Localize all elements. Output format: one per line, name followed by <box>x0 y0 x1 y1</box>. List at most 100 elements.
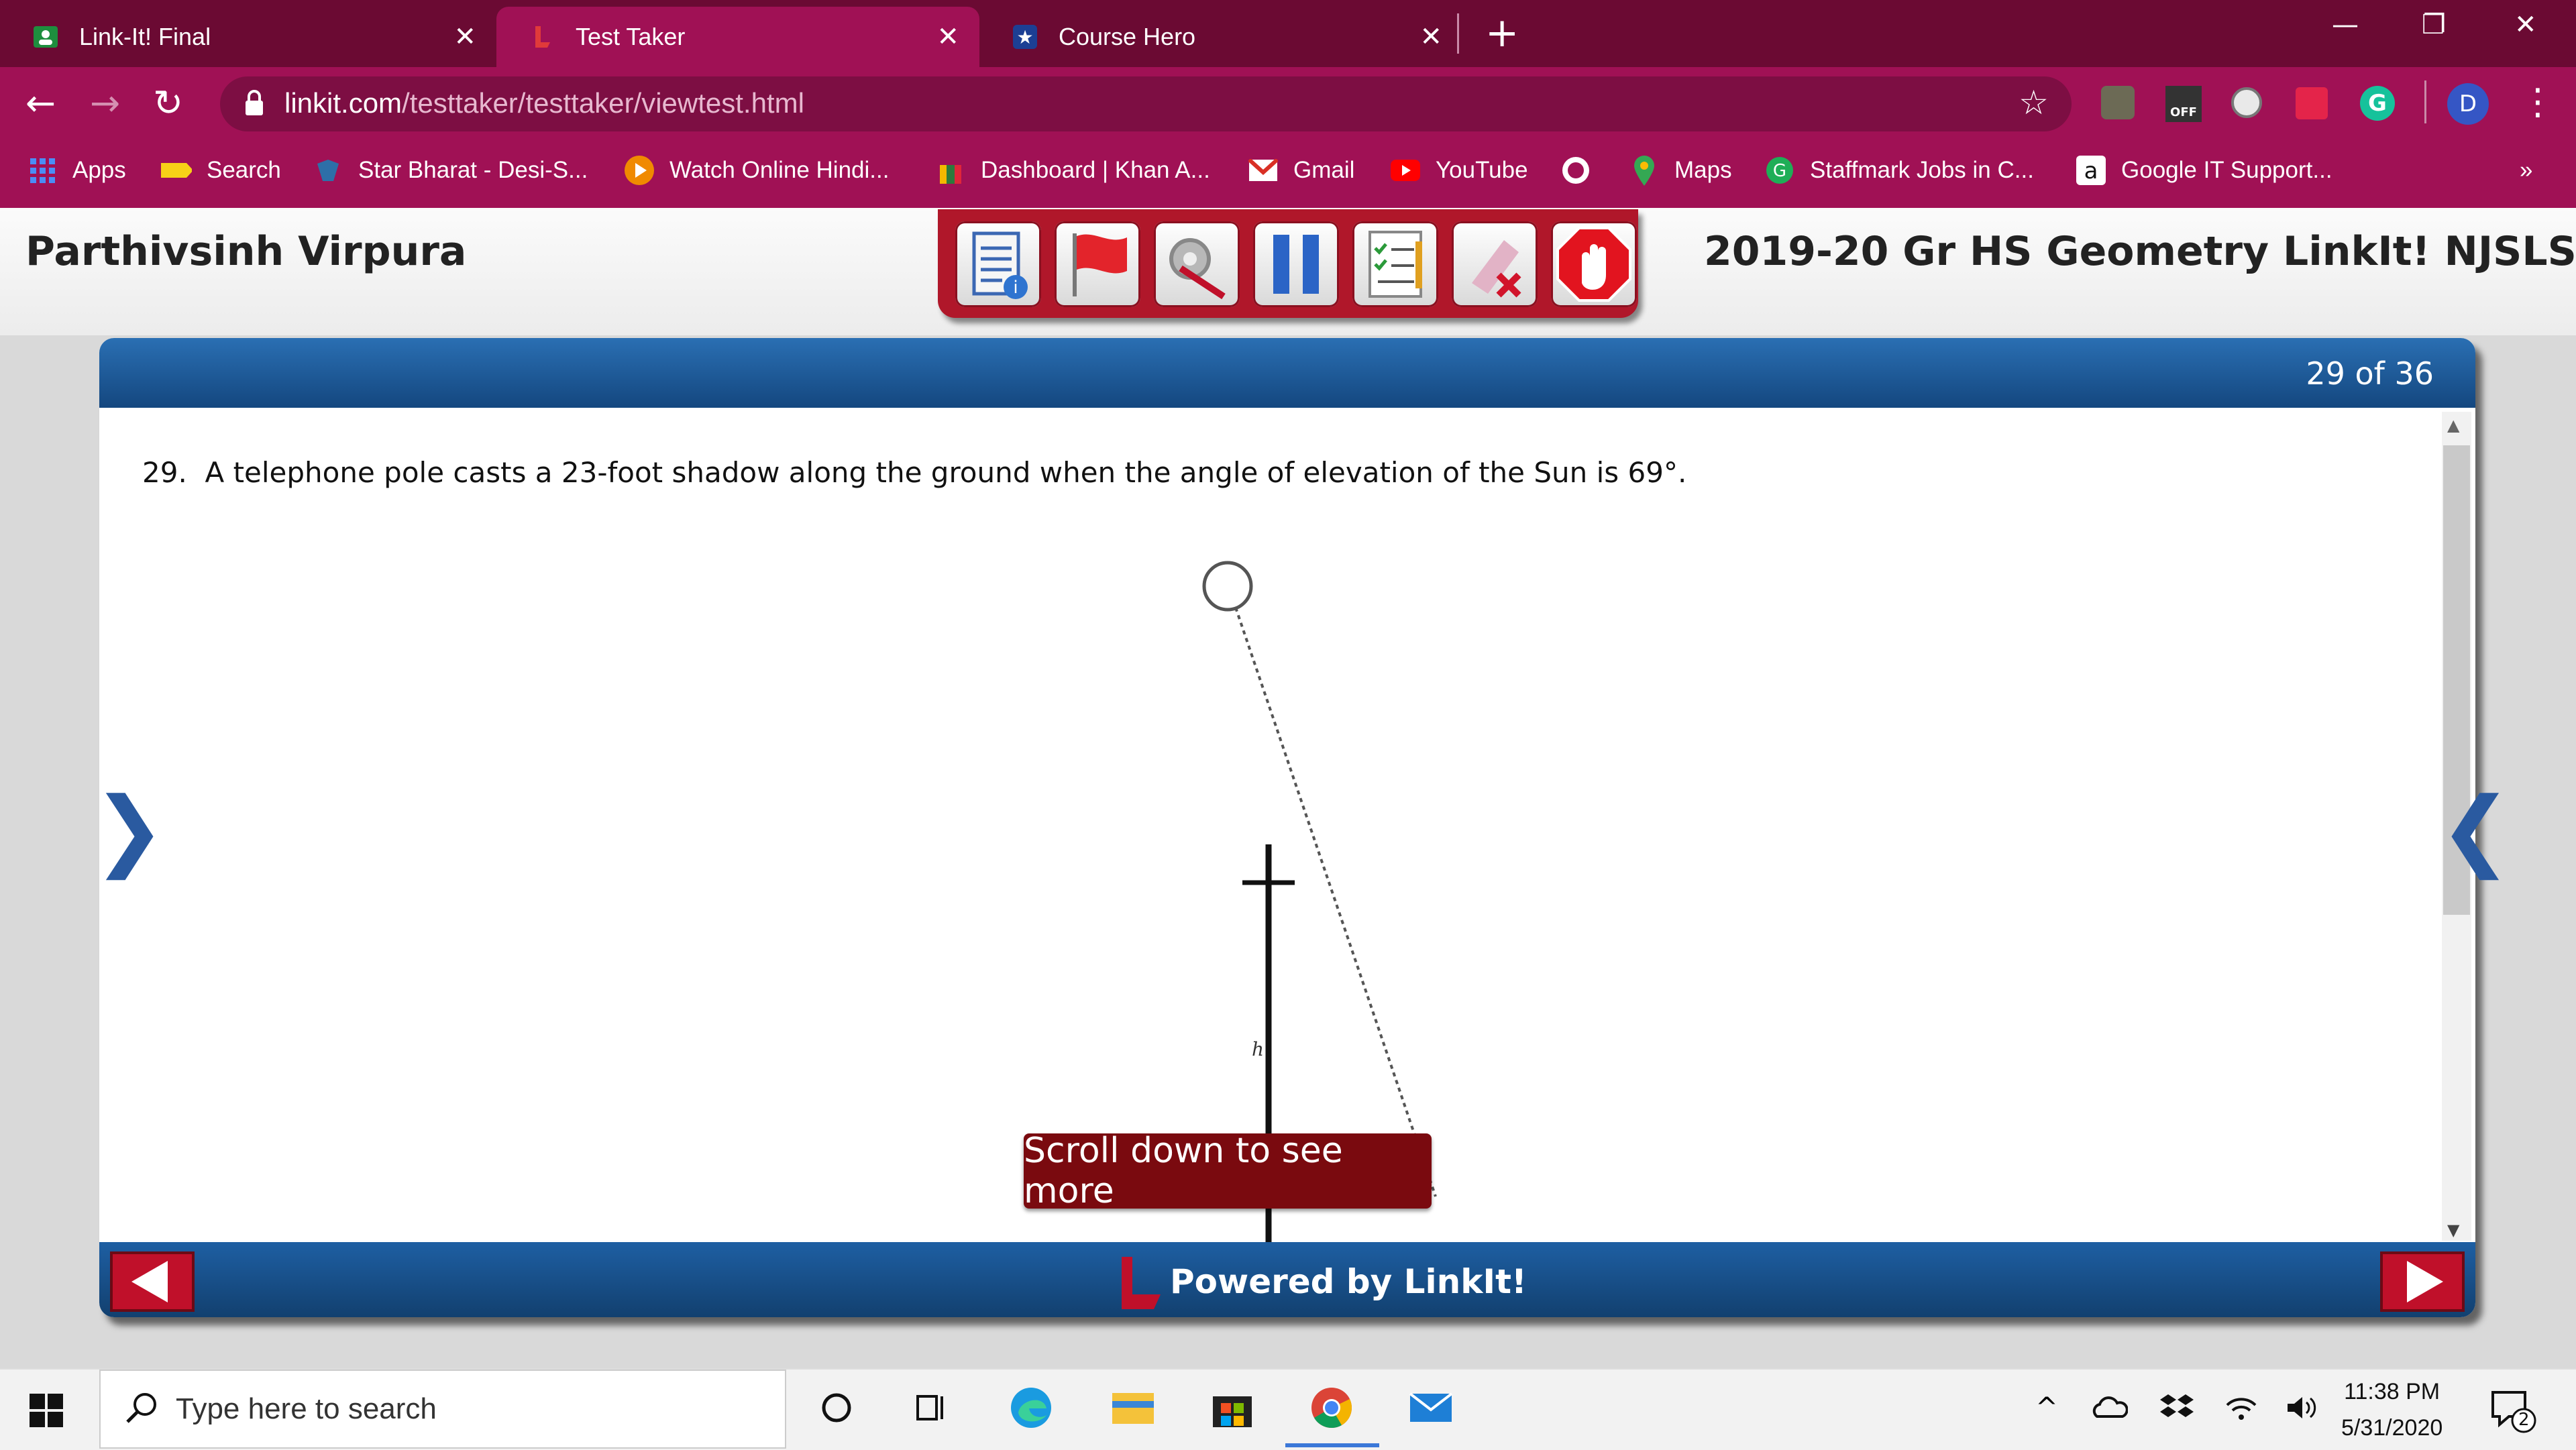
more-bookmarks-label: » <box>2520 157 2533 183</box>
tab-divider <box>1457 13 1459 54</box>
bookmark-search[interactable]: Search <box>161 152 281 189</box>
bookmark-label: Watch Online Hindi... <box>669 157 890 183</box>
wifi-icon[interactable] <box>2219 1386 2263 1430</box>
reload-icon[interactable]: ↻ <box>153 82 183 124</box>
chrome-icon[interactable] <box>1309 1386 1354 1430</box>
star-bharat-icon <box>313 155 343 186</box>
bookmark-watch-online[interactable]: Watch Online Hindi... <box>624 152 889 189</box>
onedrive-icon[interactable] <box>2088 1386 2132 1430</box>
new-tab-icon[interactable]: + <box>1485 9 1519 56</box>
flag-button[interactable] <box>1055 221 1140 307</box>
question-counter: 29 of 36 <box>2306 355 2434 392</box>
student-name: Parthivsinh Virpura <box>25 228 467 275</box>
question-number: 29. <box>142 456 187 489</box>
next-question-button[interactable] <box>2380 1251 2465 1312</box>
taskbar-clock[interactable]: 11:38 PM 5/31/2020 <box>2341 1374 2443 1446</box>
file-explorer-icon[interactable] <box>1111 1386 1155 1430</box>
address-bar[interactable]: linkit.com/testtaker/testtaker/viewtest.… <box>220 76 2072 131</box>
lock-icon <box>243 89 266 121</box>
restore-icon[interactable]: ❐ <box>2422 9 2446 40</box>
youtube-icon <box>1390 155 1421 186</box>
review-button[interactable] <box>1352 221 1438 307</box>
play-circle-icon <box>624 155 655 186</box>
bookmark-staffmark[interactable]: G Staffmark Jobs in C... <box>1764 152 2034 189</box>
bookmark-globe[interactable] <box>1560 152 1606 189</box>
arrow-right-icon <box>2407 1261 2443 1302</box>
bookmark-apps[interactable]: Apps <box>27 152 126 189</box>
cortana-icon[interactable] <box>814 1386 859 1430</box>
scroll-hint[interactable]: Scroll down to see more <box>1024 1131 1432 1211</box>
bookmark-gmail[interactable]: Gmail <box>1248 152 1354 189</box>
bookmark-youtube[interactable]: YouTube <box>1390 152 1528 189</box>
checklist-icon <box>1368 231 1422 298</box>
bookmark-label: Staffmark Jobs in C... <box>1810 157 2034 183</box>
sun-circle <box>1202 561 1253 612</box>
stop-button[interactable] <box>1551 221 1637 307</box>
bookmark-google-it[interactable]: a Google IT Support... <box>2076 152 2332 189</box>
tab-test-taker[interactable]: Test Taker ✕ <box>496 7 979 67</box>
extension-circle-icon[interactable] <box>2231 87 2262 118</box>
notifications-icon[interactable]: 2 <box>2490 1387 2537 1437</box>
close-tab-icon[interactable]: ✕ <box>1419 21 1442 52</box>
close-tab-icon[interactable]: ✕ <box>453 21 476 52</box>
test-info-button[interactable]: i <box>955 221 1041 307</box>
taskbar-search-box[interactable]: Type here to search <box>99 1370 786 1449</box>
profile-avatar[interactable]: D <box>2447 83 2489 125</box>
back-icon[interactable]: ← <box>25 82 56 124</box>
search-tag-icon <box>161 155 192 186</box>
right-panel-toggle-icon[interactable]: ❮ <box>2439 778 2512 880</box>
mail-icon[interactable] <box>1409 1386 1453 1430</box>
bookmark-star-icon[interactable]: ☆ <box>2019 83 2049 122</box>
gmail-icon <box>1248 155 1279 186</box>
bookmark-star-bharat[interactable]: Star Bharat - Desi-S... <box>313 152 588 189</box>
grammarly-icon[interactable]: G <box>2360 86 2395 121</box>
active-app-indicator <box>1285 1443 1379 1447</box>
more-bookmarks-icon[interactable]: » <box>2520 152 2532 189</box>
bookmark-label: Maps <box>1674 157 1732 183</box>
extension-icon[interactable] <box>2101 86 2135 119</box>
amazon-icon: a <box>2076 155 2106 186</box>
left-panel-toggle-icon[interactable]: ❯ <box>93 778 166 880</box>
dropbox-icon[interactable] <box>2155 1386 2199 1430</box>
scroll-up-arrow-icon[interactable]: ▲ <box>2447 416 2459 435</box>
tab-link-it-final[interactable]: Link-It! Final ✕ <box>0 7 496 67</box>
clock-time: 11:38 PM <box>2344 1379 2440 1404</box>
linkit-icon <box>527 22 557 52</box>
flag-icon <box>1073 233 1127 296</box>
bookmark-maps[interactable]: Maps <box>1629 152 1732 189</box>
staffmark-icon: G <box>1764 155 1795 186</box>
store-icon[interactable] <box>1210 1386 1254 1430</box>
bookmark-khan[interactable]: Dashboard | Khan A... <box>935 152 1210 189</box>
pocket-icon[interactable] <box>2296 87 2328 119</box>
tool-bar: i <box>938 209 1638 318</box>
edge-icon[interactable] <box>1009 1386 1053 1430</box>
show-hidden-icons-icon[interactable]: ^ <box>2025 1386 2069 1430</box>
extension-off-icon[interactable]: OFF <box>2165 86 2202 122</box>
previous-question-button[interactable] <box>110 1251 195 1312</box>
test-title: 2019-20 Gr HS Geometry LinkIt! NJSLS At <box>1704 228 2576 275</box>
toolbar-divider <box>2424 80 2426 123</box>
close-tab-icon[interactable]: ✕ <box>936 21 959 52</box>
star-icon: ★ <box>1010 22 1040 52</box>
maps-pin-icon <box>1629 155 1660 186</box>
menu-icon[interactable]: ⋮ <box>2520 80 2556 123</box>
pause-button[interactable] <box>1253 221 1339 307</box>
pause-icon <box>1273 235 1319 294</box>
bookmark-label: Search <box>207 157 281 183</box>
task-view-icon[interactable] <box>910 1386 954 1430</box>
tools-button[interactable] <box>1154 221 1240 307</box>
question-text: 29. A telephone pole casts a 23-foot sha… <box>142 456 1686 489</box>
svg-text:a: a <box>2084 158 2098 184</box>
volume-icon[interactable] <box>2281 1386 2325 1430</box>
windows-start-icon[interactable] <box>30 1394 63 1430</box>
close-window-icon[interactable]: ✕ <box>2514 9 2537 40</box>
scroll-down-arrow-icon[interactable]: ▼ <box>2447 1221 2459 1239</box>
bookmark-label: Star Bharat - Desi-S... <box>358 157 588 183</box>
forward-icon[interactable]: → <box>90 82 120 124</box>
profile-initial: D <box>2459 91 2477 117</box>
tab-course-hero[interactable]: ★ Course Hero ✕ <box>979 7 1462 67</box>
bookmark-label: Dashboard | Khan A... <box>981 157 1210 183</box>
clear-button[interactable] <box>1452 221 1538 307</box>
minimize-icon[interactable]: — <box>2332 9 2359 40</box>
svg-text:★: ★ <box>1016 26 1033 48</box>
